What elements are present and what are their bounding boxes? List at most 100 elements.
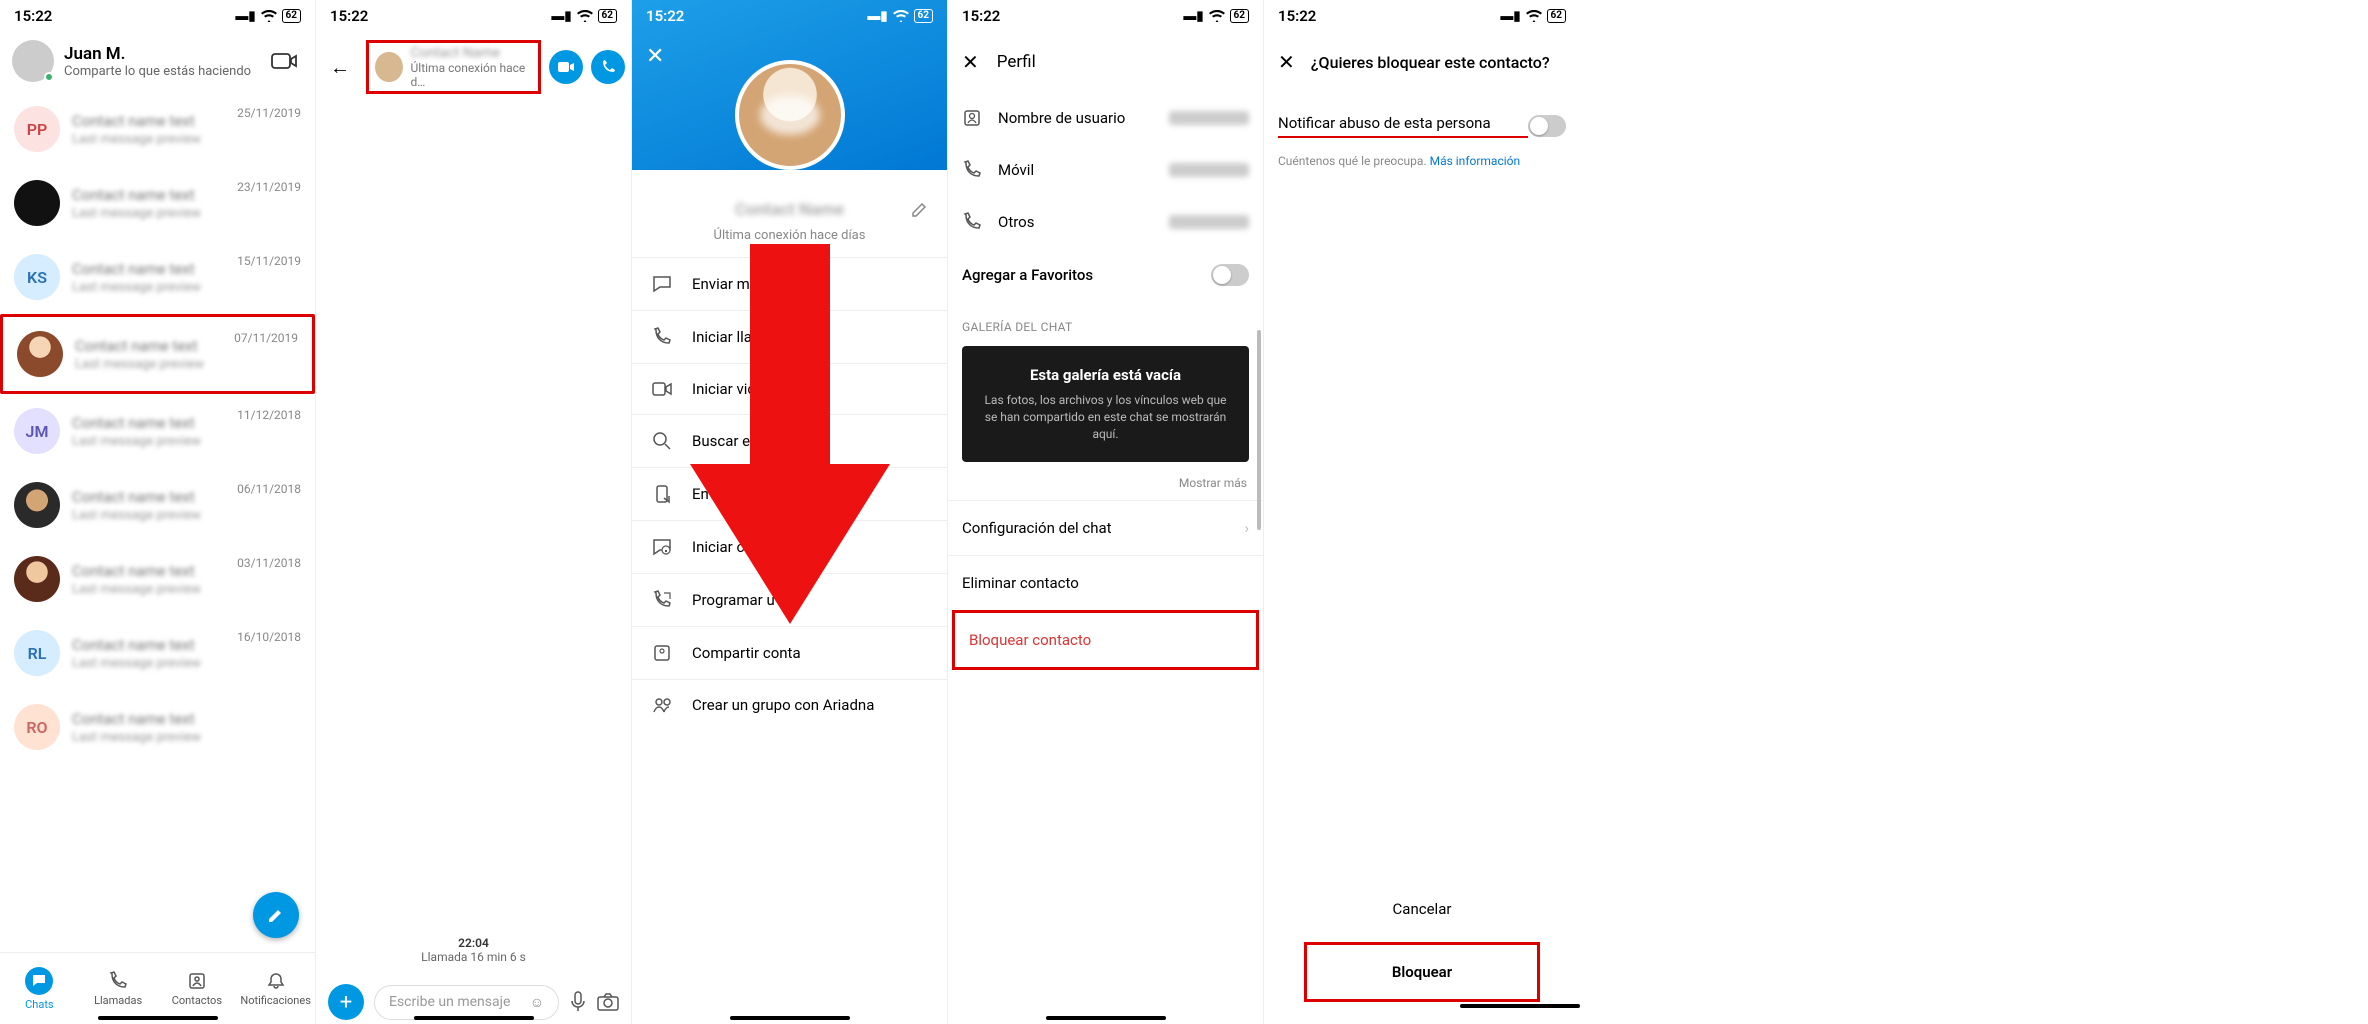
username-value (1169, 111, 1249, 125)
clock: 15:22 (646, 7, 684, 25)
phone-icon (962, 160, 982, 180)
chat-date: 06/11/2018 (237, 482, 301, 496)
row-add-favorites[interactable]: Agregar a Favoritos (948, 248, 1263, 302)
chat-row[interactable]: Contact name textLast message preview06/… (0, 468, 315, 542)
close-button[interactable]: ✕ (962, 50, 979, 74)
row-notify-abuse[interactable]: Notificar abuso de esta persona (1264, 92, 1580, 146)
chat-avatar (14, 556, 60, 602)
message-input[interactable]: Escribe un mensaje ☺ (374, 985, 559, 1020)
my-status-prompt[interactable]: Comparte lo que estás haciendo (64, 64, 251, 79)
chat-row[interactable]: RLContact name textLast message preview1… (0, 616, 315, 690)
signal-icon: ▬▮ (1500, 8, 1520, 24)
battery-icon: 62 (282, 9, 301, 23)
mic-icon[interactable] (569, 991, 587, 1013)
video-icon (652, 381, 674, 397)
camera-icon[interactable] (597, 993, 619, 1011)
audio-call-button[interactable] (591, 50, 625, 84)
others-value (1169, 215, 1249, 229)
contact-avatar (375, 52, 403, 82)
screen-conversation: 15:22 ▬▮ 62 ← Contact Name Última conexi… (316, 0, 632, 1024)
back-button[interactable]: ← (322, 47, 358, 88)
call-duration: Llamada 16 min 6 s (316, 950, 631, 964)
close-button[interactable]: ✕ (646, 44, 664, 69)
online-indicator (44, 72, 54, 82)
row-chat-settings[interactable]: Configuración del chat › (948, 500, 1263, 555)
phone-icon (962, 212, 982, 232)
show-more-link[interactable]: Mostrar más (948, 466, 1263, 500)
mobile-value (1169, 163, 1249, 177)
edit-icon[interactable] (911, 200, 929, 218)
screen-contact-actions: 15:22 ▬▮ 62 ✕ Contact Name Última conexi… (632, 0, 948, 1024)
battery-icon: 62 (914, 9, 933, 23)
scrollbar[interactable] (1257, 330, 1261, 530)
contacts-icon (187, 971, 207, 991)
chat-preview: Last message preview (72, 132, 301, 147)
row-block-contact[interactable]: Bloquear contacto (952, 610, 1259, 670)
signal-icon: ▬▮ (867, 8, 887, 24)
wifi-icon (577, 10, 593, 22)
calendar-icon (652, 590, 674, 610)
row-mobile[interactable]: Móvil (948, 144, 1263, 196)
add-attachment-button[interactable]: + (328, 984, 364, 1020)
action-create-group[interactable]: Crear un grupo con Ariadna (632, 679, 947, 730)
row-delete-contact[interactable]: Eliminar contacto (948, 555, 1263, 610)
status-icons: ▬▮ 62 (551, 8, 617, 24)
notify-abuse-toggle[interactable] (1528, 115, 1566, 137)
message-placeholder: Escribe un mensaje (389, 994, 510, 1010)
video-call-button[interactable] (549, 50, 583, 84)
chat-date: 07/11/2019 (234, 331, 298, 345)
phone-icon (652, 327, 674, 347)
contact-last-seen: Última conexión hace d… (411, 61, 533, 89)
status-bar: 15:22 ▬▮ 62 (632, 0, 947, 32)
battery-icon: 62 (1547, 9, 1566, 23)
row-label: Eliminar contacto (962, 574, 1079, 592)
status-icons: ▬▮ 62 (1183, 8, 1249, 24)
tab-chats[interactable]: Chats (0, 953, 79, 1024)
favorites-toggle[interactable] (1211, 264, 1249, 286)
tab-label-contacts: Contactos (172, 994, 222, 1007)
chat-row[interactable]: JMContact name textLast message preview1… (0, 394, 315, 468)
status-icons: ▬▮ 62 (867, 8, 933, 24)
chat-row[interactable]: KSContact name textLast message preview1… (0, 240, 315, 314)
chat-row[interactable]: ROContact name textLast message preview (0, 690, 315, 764)
camera-icon[interactable] (265, 45, 303, 77)
row-label: Otros (998, 213, 1153, 231)
row-label: Agregar a Favoritos (962, 266, 1195, 284)
tab-calls[interactable]: Llamadas (79, 953, 158, 1024)
my-avatar[interactable] (12, 40, 54, 82)
chat-preview: Last message preview (72, 730, 301, 745)
contact-header-highlight[interactable]: Contact Name Última conexión hace d… (366, 40, 541, 94)
chat-avatar: RL (14, 630, 60, 676)
chat-row[interactable]: Contact name textLast message preview03/… (0, 542, 315, 616)
chat-icon (652, 274, 674, 294)
status-bar: 15:22 ▬▮ 62 (316, 0, 631, 32)
wifi-icon (893, 10, 909, 22)
chat-preview: Last message preview (72, 508, 301, 523)
close-button[interactable]: ✕ (1278, 50, 1295, 74)
action-share-contact[interactable]: Compartir conta (632, 626, 947, 679)
chat-date: 25/11/2019 (237, 106, 301, 120)
tab-contacts[interactable]: Contactos (158, 953, 237, 1024)
home-indicator (414, 1016, 534, 1020)
new-chat-button[interactable] (253, 892, 299, 938)
bottom-nav: Chats Llamadas Contactos Notificaciones (0, 952, 315, 1024)
chat-preview: Last message preview (75, 357, 298, 372)
chat-row[interactable]: PPContact name textLast message preview2… (0, 92, 315, 166)
gallery-section-label: GALERÍA DEL CHAT (948, 302, 1263, 342)
row-others[interactable]: Otros (948, 196, 1263, 248)
cancel-button[interactable]: Cancelar (1264, 882, 1580, 936)
emoji-icon[interactable]: ☺ (530, 994, 544, 1011)
my-name: Juan M. (64, 44, 251, 64)
chat-avatar: KS (14, 254, 60, 300)
signal-icon: ▬▮ (1183, 8, 1203, 24)
tab-notifications[interactable]: Notificaciones (236, 953, 315, 1024)
block-button[interactable]: Bloquear (1304, 942, 1540, 1002)
chat-preview: Last message preview (72, 206, 301, 221)
more-info-link[interactable]: Más información (1430, 154, 1521, 168)
chat-row[interactable]: Contact name textLast message preview23/… (0, 166, 315, 240)
row-username[interactable]: Nombre de usuario (948, 92, 1263, 144)
chat-row[interactable]: Contact name textLast message preview07/… (0, 314, 315, 394)
annotation-arrow-down (690, 244, 890, 624)
chevron-right-icon: › (1244, 519, 1249, 537)
home-indicator (1046, 1016, 1166, 1020)
